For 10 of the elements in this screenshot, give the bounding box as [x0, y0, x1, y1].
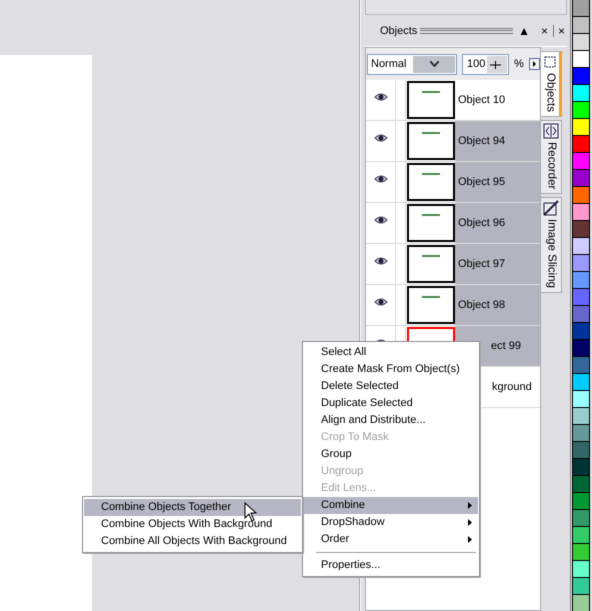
layer-name: Object 96	[458, 216, 506, 231]
layer-name: Object 98	[458, 298, 506, 313]
percent-label: %	[514, 56, 524, 72]
layer-name: Object 95	[458, 174, 506, 190]
layer-name: ect 99	[491, 338, 521, 354]
layer-name: Object 97	[458, 256, 506, 272]
layer-name: Object 94	[458, 134, 506, 149]
panel-title: Objects	[380, 24, 418, 39]
layer-name: kground	[492, 380, 532, 395]
layer-name: Object 10	[458, 92, 506, 108]
